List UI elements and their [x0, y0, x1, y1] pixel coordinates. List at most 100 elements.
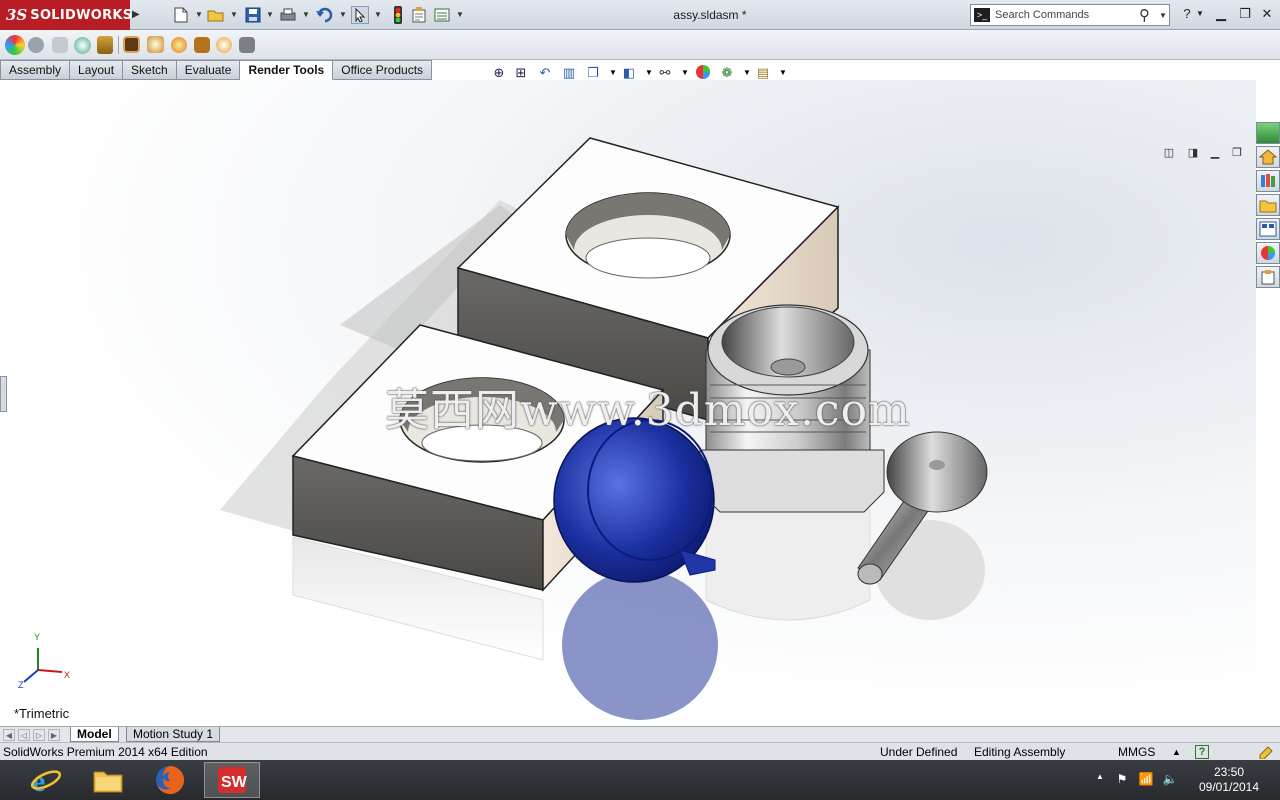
tab-evaluate[interactable]: Evaluate — [176, 60, 241, 80]
edit-appearance-icon[interactable] — [694, 64, 712, 82]
tab-sketch[interactable]: Sketch — [123, 60, 177, 80]
edit-scene-icon[interactable] — [28, 37, 44, 53]
apply-scene-icon[interactable]: ❁ — [718, 64, 736, 82]
minimize-window-button[interactable]: ▁ — [1210, 5, 1232, 23]
network-icon[interactable]: 📶 — [1138, 772, 1154, 788]
ds-logo-mark: 3S — [6, 6, 28, 24]
print-dropdown-icon[interactable]: ▼ — [302, 10, 310, 20]
last-tab-arrow-icon[interactable]: ▶ — [48, 729, 60, 741]
viewport-restore-button[interactable]: ❐ — [1230, 146, 1244, 160]
tab-office-products[interactable]: Office Products — [333, 60, 433, 80]
decals-icon[interactable] — [52, 37, 68, 53]
volume-icon[interactable]: 🔈 — [1162, 772, 1178, 788]
file-explorer-pane-icon[interactable] — [1256, 194, 1280, 216]
action-center-flag-icon[interactable]: ⚑ — [1114, 772, 1130, 788]
previous-view-icon[interactable]: ↶ — [536, 64, 554, 82]
new-dropdown-icon[interactable]: ▼ — [195, 10, 203, 20]
options-icon[interactable] — [433, 6, 451, 24]
hide-show-items-icon[interactable]: ⚯ — [656, 64, 674, 82]
help-status-icon[interactable]: ? — [1195, 745, 1209, 759]
render-preview-icon[interactable] — [74, 37, 91, 54]
custom-properties-icon[interactable] — [1256, 266, 1280, 288]
tab-layout[interactable]: Layout — [70, 60, 124, 80]
command-prompt-icon: >_ — [974, 8, 990, 22]
search-icon[interactable]: ⚲ — [1139, 6, 1150, 24]
recall-render-icon[interactable] — [216, 37, 232, 53]
new-document-icon[interactable] — [172, 6, 190, 24]
axis-y-label: Y — [34, 632, 40, 642]
zoom-to-fit-icon[interactable]: ⊕ — [490, 64, 508, 82]
tab-assembly[interactable]: Assembly — [0, 60, 71, 80]
toolbar-separator — [118, 36, 119, 54]
preview-window-icon[interactable] — [147, 36, 164, 53]
solidworks-logo[interactable]: 3S SOLIDWORKS — [0, 0, 133, 30]
section-view-icon[interactable]: ▥ — [560, 64, 578, 82]
search-commands-box[interactable]: >_ ⚲ ▼ — [970, 4, 1170, 26]
split-vertical-icon[interactable]: ◫ — [1162, 146, 1176, 160]
render-options-icon[interactable] — [239, 37, 255, 53]
tab-model[interactable]: Model — [70, 727, 119, 742]
restore-window-button[interactable]: ❐ — [1234, 5, 1256, 23]
schedule-render-icon[interactable] — [194, 37, 210, 53]
task-pane-toggle-icon[interactable] — [1256, 122, 1280, 144]
save-dropdown-icon[interactable]: ▼ — [266, 10, 274, 20]
help-dropdown-icon[interactable]: ▼ — [1194, 5, 1206, 23]
select-cursor-icon[interactable] — [351, 6, 369, 24]
windows-taskbar: e SW ▲ ⚑ 📶 🔈 23:50 09/01/2014 — [0, 760, 1280, 800]
print-icon[interactable] — [279, 6, 297, 24]
rebuild-status-icon[interactable] — [1258, 745, 1274, 760]
integrated-preview-icon[interactable] — [123, 36, 140, 53]
menu-expand-icon[interactable]: ▶ — [132, 9, 140, 21]
view-orientation-label: *Trimetric — [14, 706, 70, 721]
edition-text: SolidWorks Premium 2014 x64 Edition — [3, 745, 208, 759]
options-dropdown-icon[interactable]: ▼ — [456, 10, 464, 20]
undo-dropdown-icon[interactable]: ▼ — [339, 10, 347, 20]
open-folder-icon[interactable] — [207, 6, 225, 24]
search-input[interactable] — [995, 7, 1135, 23]
render-tools-toolbar — [0, 30, 1280, 60]
solidworks-icon[interactable]: SW — [204, 762, 260, 798]
system-clock[interactable]: 23:50 09/01/2014 — [1190, 765, 1268, 795]
next-tab-arrow-icon[interactable]: ▷ — [33, 729, 45, 741]
solidworks-resources-icon[interactable] — [1256, 146, 1280, 168]
view-settings-dropdown-icon[interactable]: ▼ — [774, 64, 792, 82]
viewport-minimize-button[interactable]: ▁ — [1208, 146, 1222, 160]
brand-name: SOLIDWORKS — [30, 7, 133, 23]
prev-tab-arrow-icon[interactable]: ◁ — [18, 729, 30, 741]
final-render-icon[interactable] — [97, 36, 113, 54]
close-window-button[interactable]: ✕ — [1256, 5, 1278, 23]
view-settings-icon[interactable]: ▤ — [754, 64, 772, 82]
save-icon[interactable] — [244, 6, 262, 24]
firefox-icon[interactable] — [142, 762, 198, 798]
internet-explorer-icon[interactable]: e — [18, 762, 74, 798]
select-dropdown-icon[interactable]: ▼ — [374, 10, 382, 20]
hide-show-dropdown-icon[interactable]: ▼ — [676, 64, 694, 82]
tab-render-tools[interactable]: Render Tools — [240, 60, 334, 80]
tray-overflow-icon[interactable]: ▲ — [1092, 772, 1108, 788]
tab-motion-study-1[interactable]: Motion Study 1 — [126, 727, 221, 742]
rebuild-traffic-light-icon[interactable] — [389, 6, 407, 24]
feature-manager-expand-handle[interactable] — [0, 376, 7, 412]
file-explorer-icon[interactable] — [80, 762, 136, 798]
unit-system-arrow-icon[interactable]: ▲ — [1172, 747, 1181, 757]
view-orientation-icon[interactable]: ❒ — [584, 64, 602, 82]
final-render-sun-icon[interactable] — [171, 37, 187, 53]
file-properties-icon[interactable] — [410, 6, 428, 24]
graphics-area[interactable]: Y X Z 莫西网www.3dmox.com *Trimetric ◫ ◨ ▁ … — [0, 80, 1256, 726]
design-library-icon[interactable] — [1256, 170, 1280, 192]
axis-z-label: Z — [18, 680, 24, 690]
definition-status: Under Defined — [880, 745, 958, 759]
view-palette-icon[interactable] — [1256, 218, 1280, 240]
document-title: assy.sldasm * — [673, 8, 747, 22]
first-tab-arrow-icon[interactable]: ◀ — [3, 729, 15, 741]
search-dropdown-icon[interactable]: ▼ — [1159, 11, 1167, 20]
open-dropdown-icon[interactable]: ▼ — [230, 10, 238, 20]
appearance-icon[interactable] — [5, 35, 25, 55]
coordinate-triad-icon — [23, 648, 63, 683]
split-horizontal-icon[interactable]: ◨ — [1186, 146, 1200, 160]
unit-system-button[interactable]: MMGS — [1118, 745, 1155, 759]
appearances-scenes-icon[interactable] — [1256, 242, 1280, 264]
zoom-to-area-icon[interactable]: ⊞ — [512, 64, 530, 82]
undo-icon[interactable] — [315, 6, 333, 24]
display-style-icon[interactable]: ◧ — [620, 64, 638, 82]
